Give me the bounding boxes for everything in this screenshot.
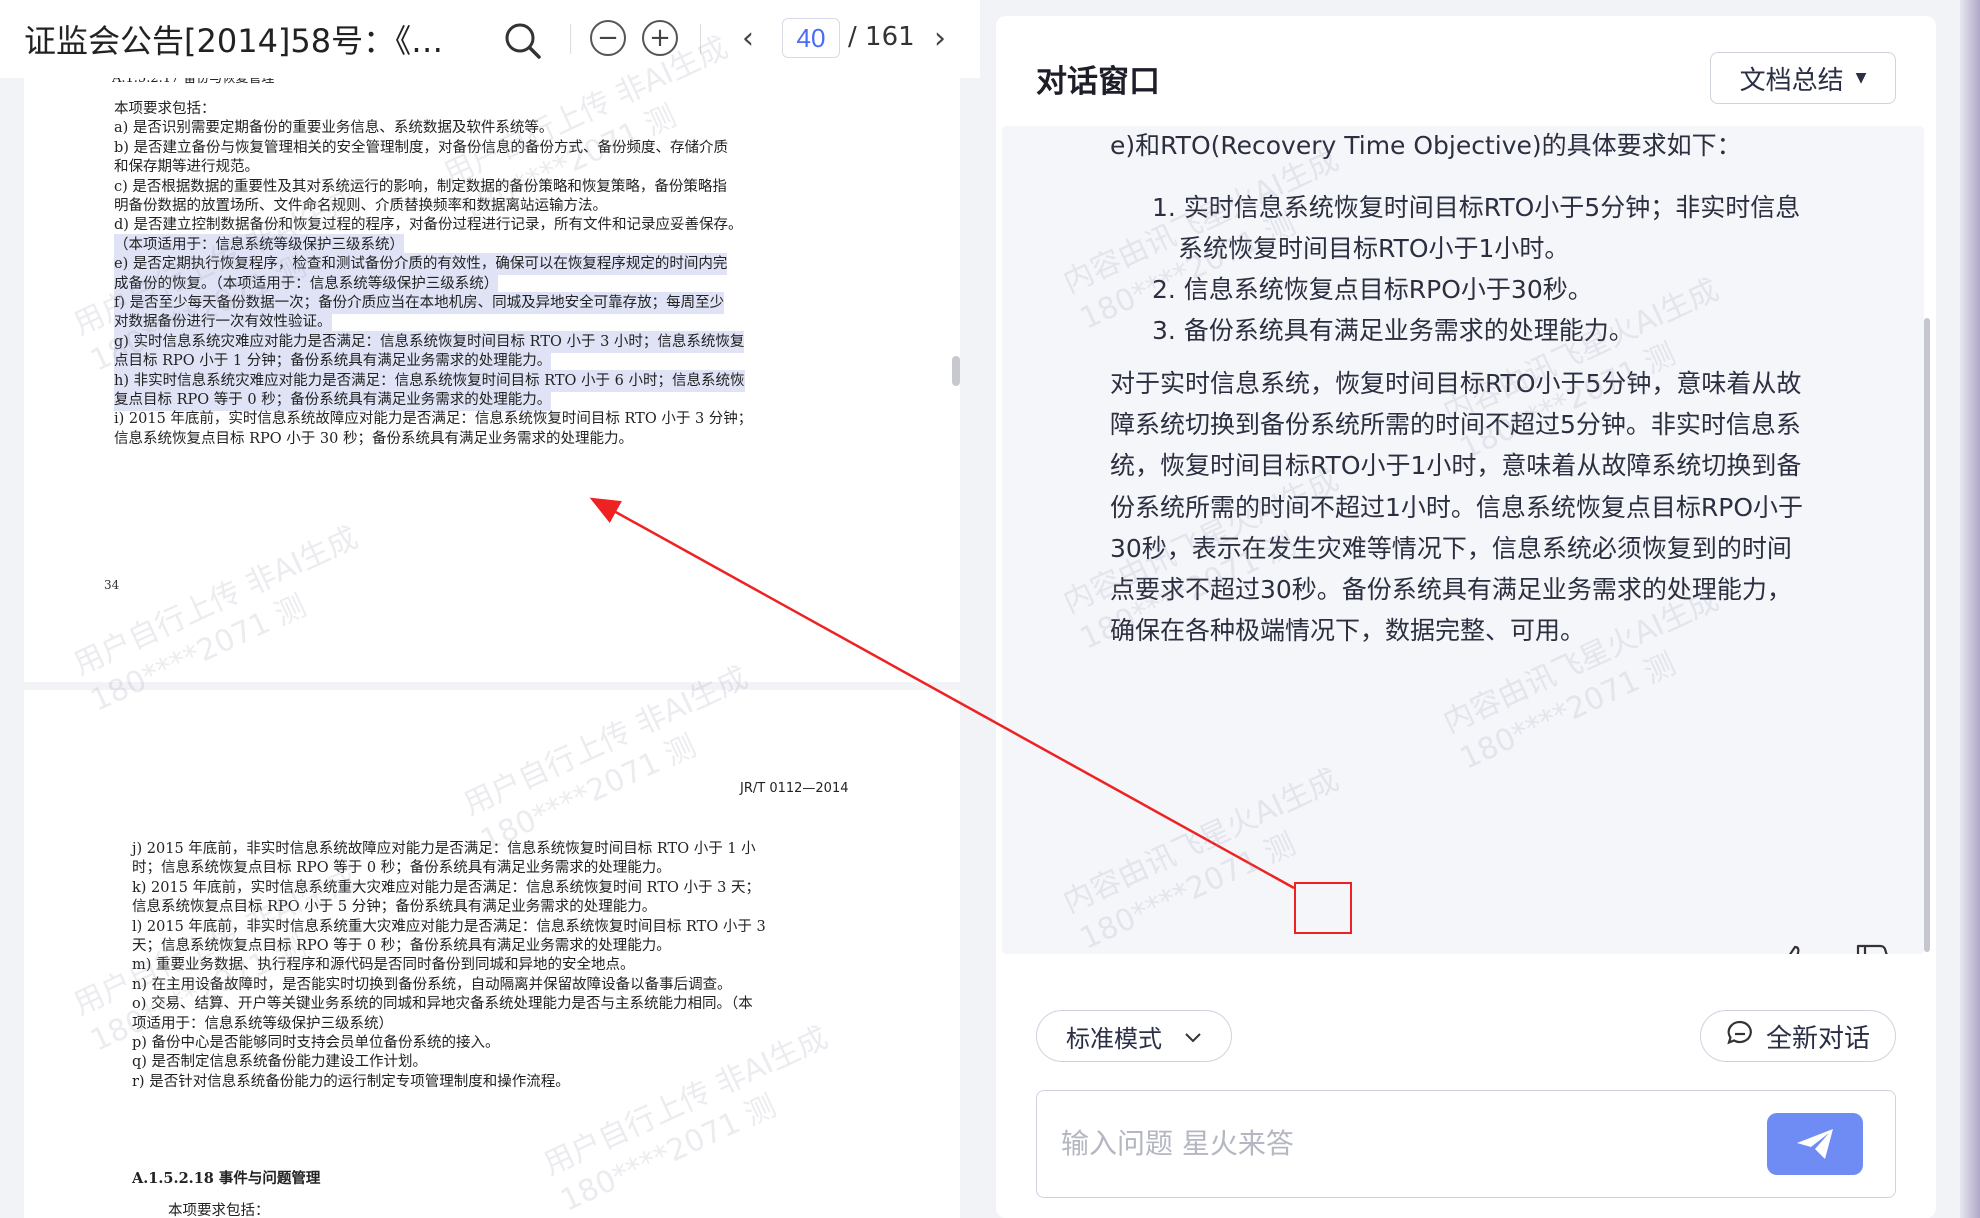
answer-paragraph-line: 确保在各种极端情况下，数据完整、可用。 (1110, 616, 1586, 646)
chat-scrollbar[interactable] (1924, 318, 1930, 952)
annotation-highlight-box (1294, 882, 1352, 934)
window-edge (1960, 0, 1980, 1218)
toolbar-divider (700, 24, 701, 54)
document-summary-label: 文档总结 (1739, 65, 1844, 96)
doc-line: r) 是否针对信息系统备份能力的运行制定专项管理制度和操作流程。 (132, 1073, 570, 1090)
previous-page-button[interactable]: ‹ (736, 20, 760, 56)
new-chat-label: 全新对话 (1765, 1023, 1870, 1054)
send-button[interactable] (1767, 1113, 1863, 1175)
thumbs-up-icon[interactable] (1776, 942, 1814, 954)
document-page: A.1.5.2.17 备份与恢复管理 本项要求包括： a) 是否识别需要定期备份的… (24, 78, 960, 682)
caret-down-icon: ▼ (1855, 70, 1867, 86)
page-number: 34 (104, 578, 120, 592)
page-number-input[interactable] (782, 18, 840, 58)
doc-line: 本项要求包括： (168, 1203, 270, 1218)
document-scrollbar[interactable] (952, 356, 960, 386)
document-viewport[interactable]: A.1.5.2.17 备份与恢复管理 本项要求包括： a) 是否识别需要定期备份的… (0, 78, 980, 1218)
zoom-out-button[interactable]: − (590, 20, 626, 56)
new-chat-button[interactable]: 全新对话 (1700, 1010, 1896, 1062)
mode-select[interactable]: 标准模式 (1036, 1010, 1232, 1062)
question-input-box (1036, 1090, 1896, 1198)
page-total: / 161 (848, 22, 915, 52)
toolbar-divider (570, 24, 571, 54)
mode-select-label: 标准模式 (1066, 1024, 1162, 1053)
standard-code: JR/T 0112—2014 (740, 781, 849, 796)
document-title: 证监会公告[2014]58号：《证... (24, 22, 464, 60)
section-heading: A.1.5.2.17 备份与恢复管理 (112, 78, 275, 86)
document-summary-button[interactable]: 文档总结 ▼ (1710, 52, 1896, 104)
chat-bubble-icon (1726, 1019, 1754, 1054)
section-heading: A.1.5.2.18 事件与问题管理 (132, 1170, 321, 1187)
answer-list-item: 3. 备份系统具有满足业务需求的处理能力。 (1152, 316, 1634, 345)
document-page: JR/T 0112—2014 j) 2015 年底前，非实时信息系统故障应对能力… (24, 690, 960, 1218)
search-icon[interactable] (500, 18, 546, 64)
answer-intro: e)和RTO(Recovery Time Objective)的具体要求如下： (1110, 131, 1742, 160)
next-page-button[interactable]: › (928, 20, 952, 56)
zoom-in-button[interactable]: + (642, 20, 678, 56)
thumbs-down-icon[interactable] (1854, 942, 1892, 954)
doc-line: 信息系统恢复点目标 RPO 小于 30 秒；备份系统具有满足业务需求的处理能力。 (114, 430, 633, 447)
answer-message: e)和RTO(Recovery Time Objective)的具体要求如下： … (1002, 126, 1924, 954)
send-icon (1797, 1129, 1833, 1159)
question-input[interactable] (1061, 1117, 1741, 1169)
chevron-down-icon (1184, 1022, 1202, 1050)
viewer-toolbar: 证监会公告[2014]58号：《证... − + ‹ / 161 › (0, 0, 980, 78)
chat-title: 对话窗口 (1036, 64, 1160, 100)
